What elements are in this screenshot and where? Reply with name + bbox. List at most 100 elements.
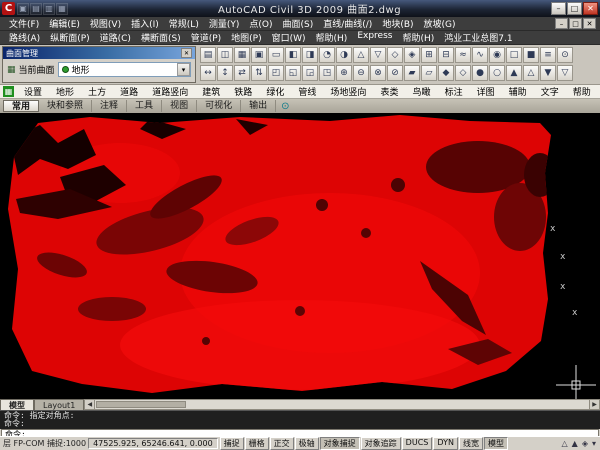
ribbon-tab[interactable]: 块和参照	[39, 100, 92, 112]
toolbar-icon[interactable]: ▤	[200, 47, 216, 63]
drawing-viewport[interactable]: x x x x	[0, 113, 600, 399]
toolbar-icon[interactable]: ◇	[455, 65, 471, 81]
menu-item[interactable]: 道路(C)	[95, 31, 136, 44]
titlebar-icon[interactable]: ▦	[56, 3, 68, 15]
toolbar-icon[interactable]: ∿	[472, 47, 488, 63]
titlebar-icon[interactable]: ▣	[17, 3, 29, 15]
hongye-menu-item[interactable]: 道路竖向	[152, 85, 188, 98]
scroll-right-icon[interactable]: ▶	[589, 399, 600, 410]
status-toggle-button[interactable]: 对象捕捉	[320, 437, 360, 450]
layout-tab[interactable]: Layout1	[34, 399, 84, 410]
toolbar-icon[interactable]: ⇅	[251, 65, 267, 81]
hongye-menu-item[interactable]: 地形	[56, 85, 74, 98]
scroll-left-icon[interactable]: ◀	[84, 399, 95, 410]
toolbar-icon[interactable]: ▭	[268, 47, 284, 63]
status-toggle-button[interactable]: 捕捉	[220, 437, 244, 450]
toolbar-icon[interactable]: ▼	[540, 65, 556, 81]
menu-item[interactable]: 横断面(S)	[136, 31, 186, 44]
scrollbar-thumb[interactable]	[96, 401, 186, 408]
toolbar-icon[interactable]: ◇	[387, 47, 403, 63]
toolbar-icon[interactable]: ▦	[234, 47, 250, 63]
menu-item[interactable]: 视图(V)	[85, 17, 126, 30]
toolbar-icon[interactable]: ⊖	[353, 65, 369, 81]
toolbar-icon[interactable]: ≡	[540, 47, 556, 63]
status-toggle-button[interactable]: 栅格	[245, 437, 269, 450]
toolbar-icon[interactable]: △	[353, 47, 369, 63]
hongye-menu-item[interactable]: 帮助	[573, 85, 591, 98]
doc-window-button[interactable]: □	[569, 18, 582, 29]
menu-item[interactable]: 地图(P)	[226, 31, 266, 44]
current-surface-dropdown[interactable]: 地形 ▾	[58, 62, 191, 77]
status-toggle-button[interactable]: 对象追踪	[361, 437, 401, 450]
toolbar-icon[interactable]: ▲	[506, 65, 522, 81]
status-toggle-button[interactable]: 线宽	[459, 437, 483, 450]
hongye-menu-item[interactable]: 辅助	[509, 85, 527, 98]
toolbar-icon[interactable]: ◱	[285, 65, 301, 81]
toolbar-icon[interactable]: ↔	[200, 65, 216, 81]
toolbar-icon[interactable]: ◫	[217, 47, 233, 63]
menu-item[interactable]: 帮助(H)	[311, 31, 353, 44]
menu-item[interactable]: 测量(Y)	[204, 17, 245, 30]
toolbar-icon[interactable]: ⊞	[421, 47, 437, 63]
ribbon-tab[interactable]: 视图	[162, 100, 197, 112]
hongye-menu-item[interactable]: 建筑	[202, 85, 220, 98]
layout-tab[interactable]: 模型	[0, 399, 34, 410]
hongye-menu-item[interactable]: 管线	[298, 85, 316, 98]
ribbon-tab[interactable]: 注释	[92, 100, 127, 112]
toolbar-icon[interactable]: ◰	[268, 65, 284, 81]
status-toggle-button[interactable]: 正交	[270, 437, 294, 450]
toolbar-icon[interactable]: ◳	[319, 65, 335, 81]
toolbar-icon[interactable]: ●	[472, 65, 488, 81]
toolbar-icon[interactable]: ◧	[285, 47, 301, 63]
toolbar-icon[interactable]: △	[523, 65, 539, 81]
menu-item[interactable]: 文件(F)	[4, 17, 44, 30]
menu-item[interactable]: 点(O)	[244, 17, 277, 30]
toolbar-icon[interactable]: ◆	[438, 65, 454, 81]
toolbar-icon[interactable]: ◉	[489, 47, 505, 63]
hongye-menu-item[interactable]: 场地竖向	[330, 85, 366, 98]
doc-window-button[interactable]: ✕	[583, 18, 596, 29]
hongye-menu-item[interactable]: 文字	[541, 85, 559, 98]
hongye-menu-item[interactable]: 鸟瞰	[413, 85, 431, 98]
coordinates-readout[interactable]: 47525.925, 65246.641, 0.000	[88, 438, 218, 449]
menu-item[interactable]: 曲面(S)	[277, 17, 318, 30]
toolbar-icon[interactable]: ▽	[557, 65, 573, 81]
titlebar-icon[interactable]: ▥	[43, 3, 55, 15]
toolbar-icon[interactable]: ◨	[302, 47, 318, 63]
toolbar-icon[interactable]: ○	[489, 65, 505, 81]
status-toggle-button[interactable]: DYN	[433, 437, 458, 450]
hongye-menu-item[interactable]: 土方	[88, 85, 106, 98]
status-toggle-button[interactable]: 极轴	[295, 437, 319, 450]
menu-item[interactable]: 管道(P)	[186, 31, 226, 44]
status-right-icon[interactable]: △	[561, 439, 569, 448]
ribbon-tab[interactable]: 输出	[241, 100, 276, 112]
toolbar-icon[interactable]: ⊙	[557, 47, 573, 63]
toolbar-icon[interactable]: ▰	[404, 65, 420, 81]
toolbar-icon[interactable]: ⊟	[438, 47, 454, 63]
close-icon[interactable]: ✕	[181, 48, 192, 58]
menu-item[interactable]: 纵断面(P)	[45, 31, 94, 44]
hongye-menu-item[interactable]: 道路	[120, 85, 138, 98]
toolbar-icon[interactable]: ↕	[217, 65, 233, 81]
hongye-menu-item[interactable]: 表类	[380, 85, 398, 98]
ribbon-extra-icon[interactable]: ⊙	[281, 101, 289, 112]
doc-window-button[interactable]: –	[555, 18, 568, 29]
toolbar-icon[interactable]: □	[506, 47, 522, 63]
menu-item[interactable]: 路线(A)	[4, 31, 45, 44]
ribbon-tab[interactable]: 工具	[127, 100, 162, 112]
chevron-down-icon[interactable]: ▾	[177, 63, 190, 76]
window-control-button[interactable]: ✕	[583, 2, 598, 15]
window-control-button[interactable]: □	[567, 2, 582, 15]
toolbar-icon[interactable]: ⊗	[370, 65, 386, 81]
toolbar-icon[interactable]: ■	[523, 47, 539, 63]
status-toggle-button[interactable]: DUCS	[402, 437, 433, 450]
menu-item[interactable]: 鸿业工业总图7.1	[439, 31, 517, 44]
hongye-menu-item[interactable]: 设置	[24, 85, 42, 98]
hongye-menu-item[interactable]: 铁路	[234, 85, 252, 98]
toolbar-icon[interactable]: ⊕	[336, 65, 352, 81]
toolbar-icon[interactable]: ◲	[302, 65, 318, 81]
menu-item[interactable]: 常规(L)	[164, 17, 204, 30]
horizontal-scrollbar[interactable]: ◀ ▶	[84, 399, 600, 410]
status-toggle-button[interactable]: 模型	[484, 437, 508, 450]
titlebar-icon[interactable]: ▤	[30, 3, 42, 15]
